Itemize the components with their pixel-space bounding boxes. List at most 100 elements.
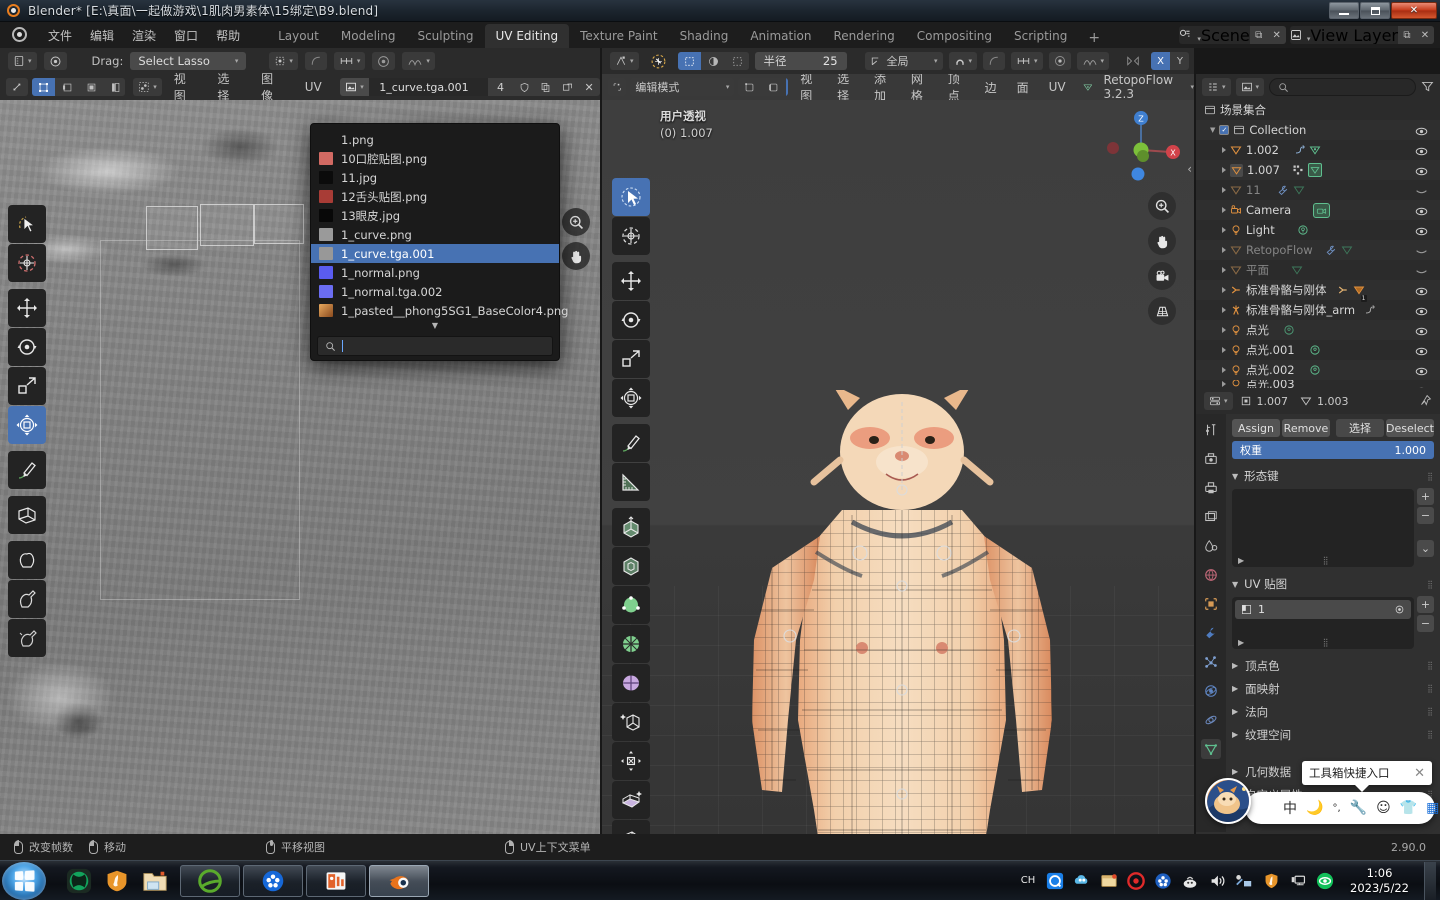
- moon-icon[interactable]: 🌙: [1306, 800, 1323, 816]
- uv-proportional-falloff-icon[interactable]: [372, 52, 396, 70]
- outliner-row-scene-collection[interactable]: 场景集合: [1196, 100, 1440, 120]
- vertex-select-mode[interactable]: [738, 78, 762, 96]
- tab-sculpting[interactable]: Sculpting: [406, 24, 484, 48]
- outliner-row-point-light[interactable]: 点光.003: [1196, 380, 1440, 388]
- panel-expand-icon[interactable]: ▶: [1232, 661, 1238, 670]
- cursor-tool[interactable]: [8, 244, 46, 282]
- uv-proportional-edit-icon[interactable]: [304, 52, 327, 70]
- proportional-edit-icon[interactable]: [983, 52, 1006, 70]
- list-grip[interactable]: ⣿: [1323, 556, 1330, 565]
- pot-icon[interactable]: [1180, 871, 1200, 891]
- pan-icon[interactable]: [562, 242, 590, 270]
- dropdown-item-selected[interactable]: 1_curve.tga.001: [311, 244, 559, 263]
- tab-physics[interactable]: [1201, 681, 1221, 701]
- image-datablock-dropdown[interactable]: 1.png 10口腔贴图.png 11.jpg 12舌头贴图.png 13眼皮.…: [310, 123, 568, 361]
- expand-icon[interactable]: ▶: [1238, 638, 1244, 647]
- tab-compositing[interactable]: Compositing: [906, 24, 1003, 48]
- add-workspace-button[interactable]: +: [1078, 28, 1110, 48]
- panel-header-vertex-colors[interactable]: ▶ 顶点色 ⣿: [1232, 654, 1434, 677]
- disc-icon[interactable]: [1153, 871, 1173, 891]
- tab-rendering[interactable]: Rendering: [823, 24, 906, 48]
- panel-grip[interactable]: ⣿: [1427, 730, 1434, 739]
- dropdown-item[interactable]: 13眼皮.jpg: [311, 206, 559, 225]
- panel-grip[interactable]: ⣿: [1427, 580, 1434, 589]
- outliner-row-armature-arm[interactable]: 标准骨骼与刚体_arm: [1196, 300, 1440, 320]
- cloud-icon[interactable]: [1072, 871, 1092, 891]
- loop-cut-tool[interactable]: [612, 625, 650, 663]
- uv-falloff-curve-icon[interactable]: ▾: [402, 52, 435, 70]
- shield-icon[interactable]: [513, 78, 535, 96]
- shape-key-specials-menu[interactable]: ⌄: [1417, 540, 1434, 557]
- toolbox-icon[interactable]: ▦: [1426, 800, 1439, 816]
- view-layer-selector[interactable]: ▾ View Layer ⧉ ✕: [1289, 26, 1434, 44]
- mesh-orange-icon[interactable]: 1: [1353, 281, 1367, 302]
- ime-indicator[interactable]: CH: [1018, 871, 1038, 891]
- select-mode-group[interactable]: [677, 52, 749, 70]
- uv-menu-uv[interactable]: UV: [297, 78, 330, 96]
- annotate-tool[interactable]: [612, 424, 650, 462]
- panel-header-texture-space[interactable]: ▶ 纹理空间 ⣿: [1232, 723, 1434, 746]
- modifier-icon[interactable]: [1293, 141, 1305, 160]
- shield-icon[interactable]: [102, 866, 132, 896]
- uv-tool-icon[interactable]: ▾: [8, 52, 37, 70]
- qq-icon[interactable]: [1045, 871, 1065, 891]
- unlink-image-button[interactable]: ✕: [578, 78, 600, 96]
- outliner-row-mesh[interactable]: 1.002: [1196, 140, 1440, 160]
- image-browse-icon[interactable]: ▾: [339, 78, 370, 96]
- tab-render[interactable]: [1201, 449, 1221, 469]
- dropdown-item[interactable]: 1_pasted__phong5SG1_BaseColor4.png: [311, 301, 568, 320]
- viewport-axis-gizmo[interactable]: Z X: [1102, 108, 1180, 186]
- expand-triangle-icon[interactable]: [1222, 227, 1226, 233]
- mirror-icon[interactable]: [1121, 52, 1145, 70]
- zoom-icon[interactable]: [1148, 192, 1176, 220]
- punctuation-icon[interactable]: °,: [1332, 803, 1340, 814]
- viewport-menu-uv[interactable]: UV: [1041, 78, 1074, 96]
- transform-orientation-dropdown[interactable]: 全局 ▾: [864, 52, 943, 70]
- uv-snap-icon[interactable]: ▾: [333, 52, 366, 70]
- annotate-tool[interactable]: [8, 451, 46, 489]
- outliner-row-mesh-hidden[interactable]: 11: [1196, 180, 1440, 200]
- viewport-menu-vertex[interactable]: 顶点: [940, 74, 973, 100]
- panel-header-normals[interactable]: ▶ 法向 ⣿: [1232, 700, 1434, 723]
- new-scene-button[interactable]: ⧉: [1249, 26, 1268, 44]
- tab-view-layer[interactable]: [1201, 507, 1221, 527]
- expand-triangle-icon[interactable]: [1222, 307, 1226, 313]
- pinch-brush-tool[interactable]: [8, 619, 46, 657]
- xbox-icon[interactable]: [64, 866, 94, 896]
- maximize-button[interactable]: [1360, 2, 1390, 19]
- mesh-data-icon[interactable]: [1307, 163, 1322, 177]
- dropdown-more-indicator[interactable]: ▼: [311, 320, 559, 330]
- dropdown-item[interactable]: 10口腔贴图.png: [311, 149, 559, 168]
- tab-layout[interactable]: Layout: [267, 24, 330, 48]
- dropdown-item[interactable]: 1_normal.tga.002: [311, 282, 559, 301]
- tab-tool[interactable]: [1201, 420, 1221, 440]
- close-icon[interactable]: ✕: [1414, 766, 1425, 781]
- menu-window[interactable]: 窗口: [165, 24, 207, 47]
- panel-grip[interactable]: ⣿: [1427, 472, 1434, 481]
- outliner-row-camera[interactable]: Camera: [1196, 200, 1440, 220]
- wrench-icon[interactable]: 🔧: [1350, 800, 1367, 816]
- menu-file[interactable]: 文件: [39, 24, 81, 47]
- panel-grip[interactable]: ⣿: [1427, 661, 1434, 670]
- armature-data-icon[interactable]: [1337, 281, 1349, 300]
- uv-editor-type-icon[interactable]: [6, 78, 28, 96]
- relax-brush-tool[interactable]: [8, 580, 46, 618]
- remove-view-layer-button[interactable]: ✕: [1416, 26, 1434, 44]
- blender-task[interactable]: [369, 864, 429, 897]
- tweak-tool[interactable]: [8, 205, 46, 243]
- green-icon[interactable]: [1315, 871, 1335, 891]
- tab-output[interactable]: [1201, 478, 1221, 498]
- monitor-icon[interactable]: [1288, 871, 1308, 891]
- tab-animation[interactable]: Animation: [739, 24, 822, 48]
- move-tool[interactable]: [8, 289, 46, 327]
- skin-icon[interactable]: 👕: [1400, 800, 1417, 816]
- camera-icon[interactable]: [1148, 262, 1176, 290]
- tab-world[interactable]: [1201, 565, 1221, 585]
- outliner-row-collection[interactable]: ▼ ✓ Collection: [1196, 120, 1440, 140]
- sidebar-toggle-arrow[interactable]: ‹: [1187, 162, 1192, 176]
- uv-edge-select[interactable]: [55, 78, 79, 96]
- deselect-button[interactable]: Deselect: [1386, 419, 1434, 437]
- tab-scene[interactable]: [1201, 536, 1221, 556]
- rotate-tool[interactable]: [8, 328, 46, 366]
- outliner-search-input[interactable]: [1269, 78, 1416, 96]
